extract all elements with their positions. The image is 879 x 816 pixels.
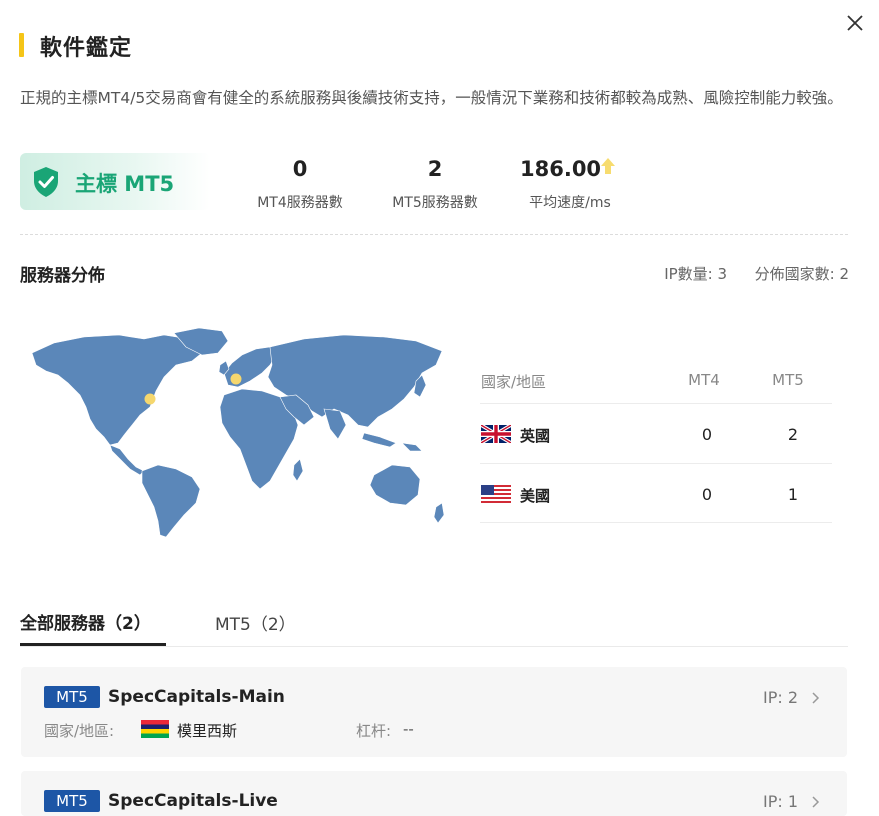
ip-label: IP: (763, 688, 783, 707)
uk-mt4-count: 0 (701, 425, 713, 444)
table-row-divider (480, 522, 832, 523)
chevron-right-icon[interactable] (811, 691, 821, 705)
chevron-right-icon[interactable] (811, 795, 821, 809)
up-arrow-icon (601, 158, 615, 174)
country-name-uk: 英國 (520, 427, 551, 445)
us-mt5-count: 1 (787, 485, 799, 504)
leverage-value: -- (403, 720, 414, 738)
server-distribution-title: 服務器分佈 (20, 266, 105, 286)
country-label: 國家/地區: (44, 722, 115, 740)
ip-count: 3 (717, 265, 728, 283)
shield-check-icon (34, 167, 58, 197)
badge-label: 主標 MT5 (75, 172, 175, 196)
server-name: SpecCapitals-Main (108, 687, 285, 707)
table-header-mt5: MT5 (772, 371, 804, 389)
country-name-us: 美國 (520, 487, 551, 505)
mt5-tag: MT5 (44, 790, 100, 812)
mt4-server-count: 0 (292, 157, 308, 181)
mt5-badge: 主標 MT5 (20, 153, 210, 210)
tab-all-servers[interactable]: 全部服務器（2） (20, 609, 151, 634)
world-map (31, 327, 445, 538)
tabs-divider (20, 646, 848, 647)
server-card-live[interactable]: MT5 SpecCapitals-Live IP: 1 (21, 771, 847, 816)
mt5-tag: MT5 (44, 686, 100, 708)
server-ip-count: IP: 1 (763, 792, 798, 811)
ip-value: 1 (787, 792, 799, 811)
section-divider (20, 234, 848, 235)
mt5-server-count: 2 (427, 157, 443, 181)
table-divider (480, 403, 832, 404)
mauritius-flag-icon (141, 720, 169, 738)
uk-server-marker (230, 373, 242, 385)
uk-mt5-count: 2 (787, 425, 799, 444)
mt5-server-count-label: MT5服務器數 (392, 195, 478, 211)
ip-count-label: IP數量: (664, 265, 713, 283)
server-country: 模里西斯 (177, 722, 238, 740)
country-count-label: 分佈國家數: (754, 265, 835, 283)
description-text: 正規的主標MT4/5交易商會有健全的系統服務與後續技術支持，一般情況下業務和技術… (20, 89, 843, 107)
ip-value: 2 (787, 688, 799, 707)
ip-label: IP: (763, 792, 783, 811)
server-name: SpecCapitals-Live (108, 791, 278, 811)
table-header-country: 國家/地區 (481, 373, 547, 391)
server-card-main[interactable]: MT5 SpecCapitals-Main IP: 2 國家/地區: 模里西斯 … (21, 667, 847, 757)
average-speed-value: 186.00 (520, 157, 602, 181)
us-mt4-count: 0 (701, 485, 713, 504)
table-header-mt4: MT4 (688, 371, 720, 389)
page-title: 軟件鑑定 (40, 36, 133, 61)
close-icon[interactable] (842, 10, 868, 36)
server-ip-count: IP: 2 (763, 688, 798, 707)
us-flag-icon (481, 485, 511, 503)
table-row-divider (480, 463, 832, 464)
tab-mt5[interactable]: MT5（2） (215, 610, 296, 635)
uk-flag-icon (481, 425, 511, 443)
us-server-marker (144, 393, 156, 405)
distribution-meta: IP數量: 3 分佈國家數: 2 (600, 263, 849, 284)
country-count: 2 (839, 265, 849, 283)
leverage-label: 杠杆: (356, 722, 392, 740)
mt4-server-count-label: MT4服務器數 (257, 195, 343, 211)
average-speed-label: 平均速度/ms (529, 195, 611, 211)
title-accent-bar (19, 33, 24, 57)
